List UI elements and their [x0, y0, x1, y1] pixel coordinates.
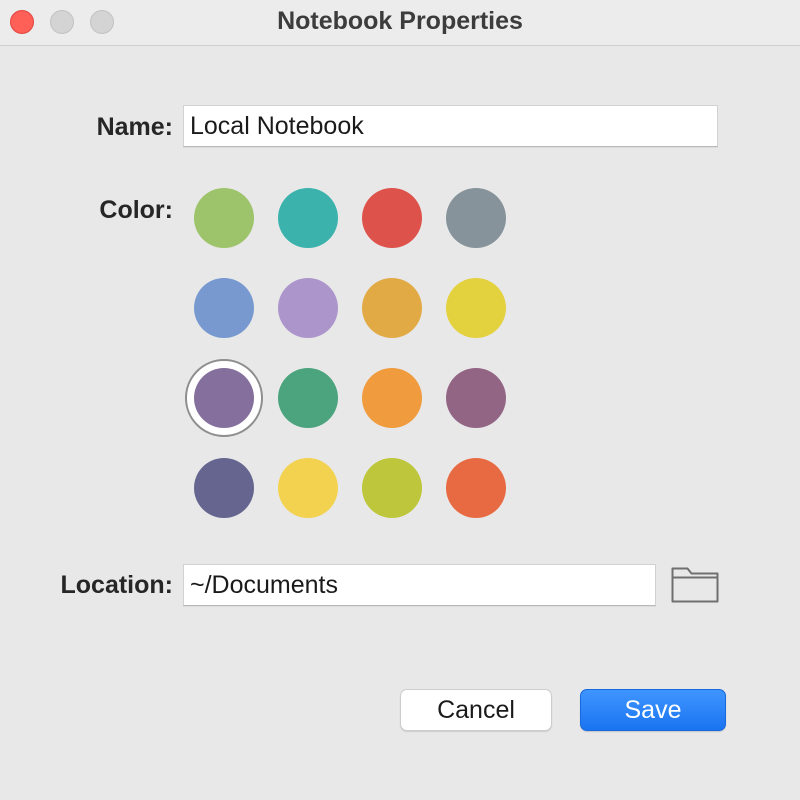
- color-swatch[interactable]: [362, 458, 422, 518]
- color-label: Color:: [99, 196, 173, 224]
- color-swatch[interactable]: [278, 278, 338, 338]
- color-swatch[interactable]: [446, 368, 506, 428]
- folder-icon[interactable]: [670, 564, 720, 604]
- color-swatch[interactable]: [278, 458, 338, 518]
- color-swatch[interactable]: [278, 188, 338, 248]
- name-label: Name:: [96, 113, 173, 141]
- location-field[interactable]: ~/Documents: [183, 564, 656, 606]
- name-field[interactable]: Local Notebook: [183, 105, 718, 147]
- color-swatch[interactable]: [446, 278, 506, 338]
- color-swatch[interactable]: [278, 368, 338, 428]
- window-title: Notebook Properties: [277, 7, 523, 35]
- location-label: Location:: [60, 571, 174, 599]
- cancel-button[interactable]: Cancel: [400, 689, 552, 731]
- color-swatch[interactable]: [362, 278, 422, 338]
- color-swatch[interactable]: [194, 278, 254, 338]
- color-swatch[interactable]: [446, 188, 506, 248]
- color-swatch[interactable]: [362, 188, 422, 248]
- title-bar: Notebook Properties: [0, 0, 800, 46]
- color-swatch[interactable]: [362, 368, 422, 428]
- color-swatch[interactable]: [194, 458, 254, 518]
- color-swatch[interactable]: [194, 188, 254, 248]
- save-button[interactable]: Save: [580, 689, 726, 731]
- color-swatch[interactable]: [194, 368, 254, 428]
- color-swatch[interactable]: [446, 458, 506, 518]
